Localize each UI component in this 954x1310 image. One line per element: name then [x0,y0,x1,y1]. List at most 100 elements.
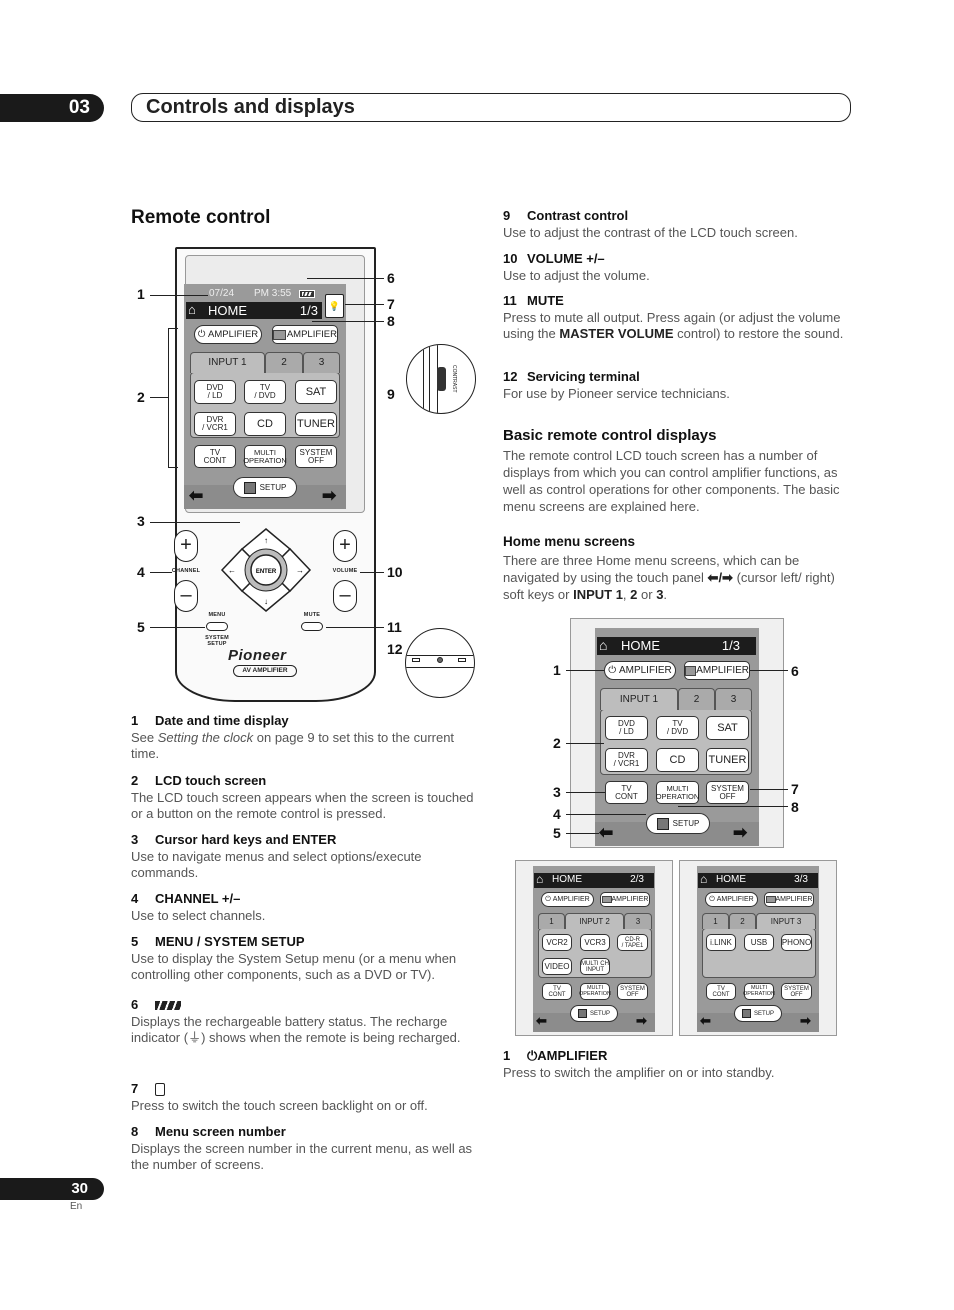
tab-input-2[interactable]: 2 [265,352,303,373]
screen-3-tv-cont-button[interactable]: TV CONT [706,983,736,1000]
callout-6: 6 [387,270,395,286]
cd-button[interactable]: CD [244,412,286,436]
contrast-label: CONTRAST [451,365,457,393]
screen-1-setup-button[interactable]: SETUP [646,813,710,834]
screen-2-vcr3-button[interactable]: VCR3 [580,934,610,951]
item-11-mute: 11 MUTE Press to mute all output. Press a… [503,293,844,341]
tab-input-3[interactable]: 3 [303,352,340,373]
channel-plus-button[interactable]: + [174,530,198,562]
screen-1-tab-input-1[interactable]: INPUT 1 [600,688,678,710]
screen-1-cursor-right-soft-key[interactable]: ➡ [733,823,747,843]
screen-3-cursor-left-soft-key[interactable]: ⬅ [700,1013,711,1029]
screen-1-multi-operation-button[interactable]: MULTI OPERATION [656,781,699,804]
power-icon: ⏻ [527,1048,538,1063]
screen-2-tab-1[interactable]: 1 [538,913,565,929]
callout-3: 3 [137,513,145,529]
setup-icon [577,1009,587,1018]
screen-1-sat-button[interactable]: SAT [706,716,749,740]
screen-1-dvr-vcr1-button[interactable]: DVR / VCR1 [605,748,648,772]
channel-minus-button[interactable]: – [174,580,198,612]
screen-3-cursor-right-soft-key[interactable]: ➡ [800,1013,811,1029]
screen-2-vcr2-button[interactable]: VCR2 [542,934,572,951]
cursor-pad: ENTER ↑ ↓ ← → [220,528,312,612]
screen-2-tv-cont-button[interactable]: TV CONT [542,983,572,1000]
screen-1-tab-2[interactable]: 2 [678,688,715,710]
screen-3-tab-2[interactable]: 2 [729,913,756,929]
home-icon[interactable]: ⌂ [536,872,543,886]
screen-2-cursor-left-soft-key[interactable]: ⬅ [536,1013,547,1029]
item-7-backlight: 7 Press to switch the touch screen backl… [131,1081,428,1113]
volume-minus-button[interactable]: – [333,580,357,612]
tv-cont-button[interactable]: TV CONT [194,445,236,468]
backlight-icon[interactable]: 💡 [325,294,344,318]
screen-1-cursor-left-soft-key[interactable]: ⬅ [599,823,613,843]
screen-2-multi-operation-button[interactable]: MULTI OPERATION [579,983,611,1000]
callout-10: 10 [387,564,403,580]
screen-3-tab-1[interactable]: 1 [702,913,729,929]
mute-button[interactable] [301,622,323,631]
volume-plus-button[interactable]: + [333,530,357,562]
setting-the-clock-reference: Setting the clock [157,729,254,745]
screen-2-setup-button[interactable]: SETUP [570,1005,618,1022]
screen-number: 1/3 [299,303,318,318]
screen-2-cd-r-tape1-button[interactable]: CD-R / TAPE1 [617,934,648,951]
screen-3-ilink-button[interactable]: i.LINK [706,934,736,951]
chapter-number-badge: 03 [0,94,104,122]
home-icon[interactable]: ⌂ [700,872,707,886]
down-arrow-icon: ↓ [264,597,268,606]
menu-button[interactable] [206,622,228,631]
screen-2-video-button[interactable]: VIDEO [542,958,572,975]
screen-2-system-off-button[interactable]: SYSTEM OFF [617,983,648,1000]
date-display: 07/24 [209,288,235,299]
home-icon[interactable]: ⌂ [188,302,196,317]
screen-2-cursor-right-soft-key[interactable]: ➡ [636,1013,647,1029]
cursor-left-soft-key[interactable]: ⬅ [189,486,203,506]
amplifier-button[interactable]: AMPLIFIER [272,325,338,344]
screen-2-multi-ch-input-button[interactable]: MULTI CH INPUT [580,958,610,975]
screen-1-tuner-button[interactable]: TUNER [706,748,749,772]
recharge-indicator-icon: ⏚ [188,1030,202,1045]
screen-1-dvd-ld-button[interactable]: DVD / LD [605,716,648,740]
time-display: PM 3:55 [254,288,292,299]
setup-icon [243,481,256,494]
callout-9: 9 [387,386,395,402]
dvr-vcr1-button[interactable]: DVR / VCR1 [194,412,236,436]
item-5-menu-system-setup: 5 MENU / SYSTEM SETUP Use to display the … [131,934,457,982]
screen-1-tab-3[interactable]: 3 [715,688,752,710]
screen-2-amplifier-power-button[interactable]: ⏻ AMPLIFIER [541,892,594,907]
amplifier-power-button[interactable]: ⏻ AMPLIFIER [194,325,262,344]
setup-button[interactable]: SETUP [233,477,297,498]
screen-3-amplifier-button[interactable]: AMPLIFIER [764,892,814,907]
screen-3-amplifier-power-button[interactable]: ⏻ AMPLIFIER [705,892,758,907]
screen-3-usb-button[interactable]: USB [744,934,774,951]
tv-dvd-button[interactable]: TV / DVD [244,380,286,404]
screen-2-tab-3[interactable]: 3 [624,913,652,929]
battery-icon [299,290,315,298]
screen-3-system-off-button[interactable]: SYSTEM OFF [781,983,812,1000]
contrast-detail-circle: CONTRAST [406,344,476,414]
screen-3-phono-button[interactable]: PHONO [781,934,812,951]
tuner-button[interactable]: TUNER [295,412,337,436]
cursor-right-soft-key[interactable]: ➡ [322,486,336,506]
screen-1-system-off-button[interactable]: SYSTEM OFF [706,781,749,804]
screen-1-amplifier-power-button[interactable]: ⏻ AMPLIFIER [604,661,676,680]
system-off-button[interactable]: SYSTEM OFF [295,445,337,468]
screen-3-setup-button[interactable]: SETUP [734,1005,782,1022]
screen-1-cd-button[interactable]: CD [656,748,699,772]
screen-3-tab-input-3[interactable]: INPUT 3 [756,913,816,929]
tab-input-1[interactable]: INPUT 1 [190,352,265,373]
volume-label: VOLUME [332,568,358,574]
screen-3-multi-operation-button[interactable]: MULTI OPERATION [743,983,775,1000]
item-amplifier-power: 1 ⏻AMPLIFIER Press to switch the amplifie… [503,1048,775,1080]
screen-1-tv-cont-button[interactable]: TV CONT [605,781,648,804]
screen-2-amplifier-button[interactable]: AMPLIFIER [600,892,650,907]
contrast-wheel[interactable] [437,367,446,391]
servicing-terminal-detail-circle [405,628,475,698]
sat-button[interactable]: SAT [295,380,337,404]
home-icon[interactable]: ⌂ [599,637,607,653]
dvd-ld-button[interactable]: DVD / LD [194,380,236,404]
screen-2-tab-input-2[interactable]: INPUT 2 [565,913,624,929]
multi-operation-button[interactable]: MULTI OPERATION [243,445,287,468]
screen-1-amplifier-button[interactable]: AMPLIFIER [684,661,750,680]
screen-1-tv-dvd-button[interactable]: TV / DVD [656,716,699,740]
